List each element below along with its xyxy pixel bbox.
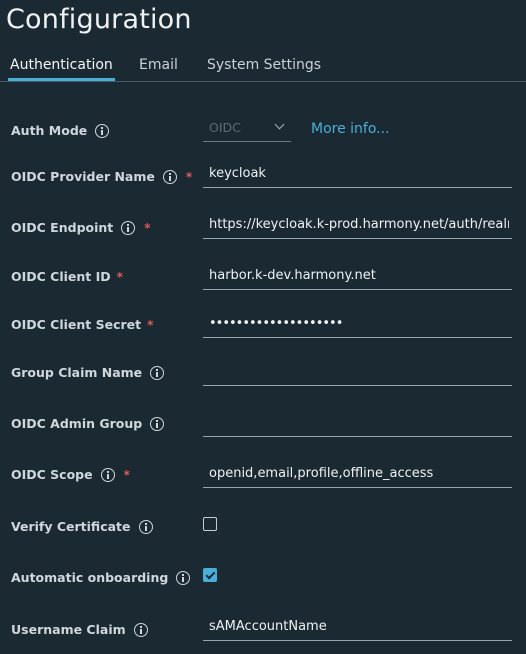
oidc-endpoint-input[interactable] — [209, 213, 509, 235]
oidc-client-secret-input[interactable] — [209, 312, 509, 334]
username-claim-field — [203, 613, 512, 641]
oidc-client-id-field — [203, 262, 512, 290]
chevron-down-icon — [274, 119, 285, 130]
oidc-client-id-input[interactable] — [209, 264, 509, 286]
verify-certificate-label: Verify Certificate — [11, 519, 131, 534]
oidc-provider-name-field — [203, 160, 512, 188]
oidc-provider-name-input[interactable] — [209, 162, 509, 184]
info-icon[interactable] — [133, 622, 148, 637]
page-title: Configuration — [6, 4, 192, 35]
oidc-client-id-label: OIDC Client ID — [11, 269, 111, 284]
required-marker: * — [185, 169, 193, 184]
info-icon[interactable] — [100, 467, 115, 482]
oidc-client-secret-row: OIDC Client Secret * — [0, 310, 526, 340]
auth-mode-value: OIDC — [209, 120, 241, 135]
required-marker: * — [144, 220, 151, 235]
automatic-onboarding-label: Automatic onboarding — [11, 570, 169, 585]
oidc-endpoint-label: OIDC Endpoint — [11, 220, 114, 235]
oidc-admin-group-field — [203, 409, 512, 437]
group-claim-name-row: Group Claim Name — [0, 358, 526, 388]
required-marker: * — [147, 317, 154, 332]
verify-certificate-row: Verify Certificate — [0, 515, 526, 545]
oidc-scope-field — [203, 460, 512, 488]
oidc-client-secret-field — [203, 310, 512, 338]
verify-certificate-checkbox[interactable] — [203, 517, 217, 531]
info-icon[interactable] — [150, 416, 165, 431]
auth-mode-select[interactable]: OIDC — [203, 114, 291, 142]
tab-bar: Authentication Email System Settings — [0, 54, 526, 82]
tab-email[interactable]: Email — [139, 57, 178, 73]
group-claim-name-field — [203, 358, 512, 386]
group-claim-name-label: Group Claim Name — [11, 365, 143, 380]
oidc-scope-row: OIDC Scope * — [0, 460, 526, 490]
oidc-endpoint-row: OIDC Endpoint * — [0, 211, 526, 241]
oidc-provider-name-label: OIDC Provider Name — [11, 169, 155, 184]
oidc-endpoint-field — [203, 211, 512, 239]
oidc-admin-group-input[interactable] — [209, 411, 509, 433]
info-icon[interactable] — [162, 169, 177, 184]
oidc-client-id-row: OIDC Client ID * — [0, 262, 526, 292]
required-marker: * — [116, 269, 123, 284]
info-icon[interactable] — [95, 123, 110, 138]
username-claim-input[interactable] — [209, 615, 509, 637]
oidc-admin-group-row: OIDC Admin Group — [0, 409, 526, 439]
more-info-link[interactable]: More info... — [311, 121, 390, 137]
required-marker: * — [123, 467, 130, 482]
auth-mode-label: Auth Mode — [11, 123, 88, 138]
tab-authentication[interactable]: Authentication — [8, 57, 115, 81]
auth-mode-row: Auth Mode OIDC More info... — [0, 116, 526, 146]
info-icon[interactable] — [121, 220, 136, 235]
group-claim-name-input[interactable] — [209, 360, 509, 382]
oidc-scope-label: OIDC Scope — [11, 467, 93, 482]
username-claim-label: Username Claim — [11, 622, 126, 637]
info-icon[interactable] — [150, 365, 165, 380]
oidc-admin-group-label: OIDC Admin Group — [11, 416, 143, 431]
info-icon[interactable] — [176, 570, 191, 585]
username-claim-row: Username Claim — [0, 613, 526, 643]
oidc-provider-name-row: OIDC Provider Name * — [0, 160, 526, 190]
oidc-client-secret-label: OIDC Client Secret — [11, 317, 142, 332]
tab-system-settings[interactable]: System Settings — [207, 57, 321, 73]
info-icon[interactable] — [138, 519, 153, 534]
oidc-scope-input[interactable] — [209, 462, 509, 484]
automatic-onboarding-row: Automatic onboarding — [0, 566, 526, 596]
automatic-onboarding-checkbox[interactable] — [203, 568, 217, 582]
